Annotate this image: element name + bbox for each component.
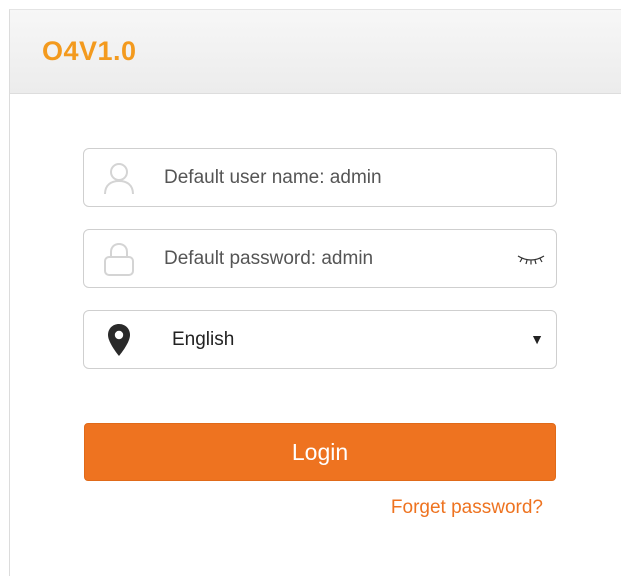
page-frame: O4V1.0 Default user name: admin English …: [9, 9, 621, 576]
forget-password-link[interactable]: Forget password?: [391, 497, 543, 519]
password-field[interactable]: [83, 229, 557, 288]
language-selected-value: English: [172, 329, 235, 350]
language-select[interactable]: English ▼: [83, 310, 557, 369]
login-button[interactable]: Login: [84, 423, 556, 481]
lock-icon: [84, 230, 154, 287]
location-pin-icon: [84, 311, 154, 368]
chevron-down-icon: ▼: [530, 331, 544, 347]
username-input[interactable]: [164, 149, 494, 206]
eye-closed-icon[interactable]: [514, 248, 548, 270]
brand-title: O4V1.0: [42, 36, 137, 66]
password-input[interactable]: [164, 230, 494, 287]
username-field[interactable]: [83, 148, 557, 207]
user-icon: [84, 149, 154, 206]
header-bar: O4V1.0: [10, 10, 621, 94]
